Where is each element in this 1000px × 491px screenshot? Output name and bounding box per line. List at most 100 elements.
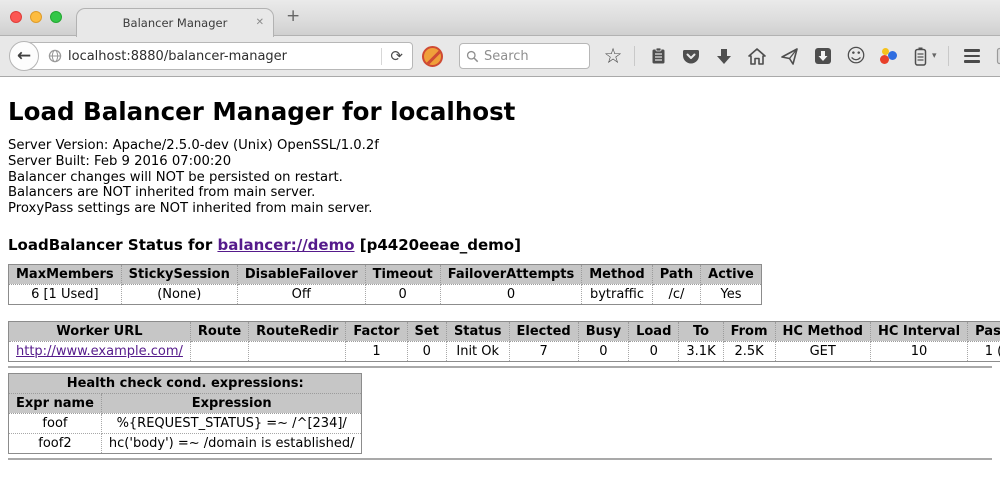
pocket-icon[interactable] (681, 46, 701, 66)
column-header: HC Interval (870, 321, 967, 341)
from-cell: 2.5K (723, 341, 775, 361)
column-header: Path (652, 264, 700, 284)
send-icon[interactable] (780, 46, 800, 66)
passes-cell: 1 (0) (968, 341, 1000, 361)
color-dots-icon[interactable] (879, 47, 897, 65)
disablefailover-cell: Off (237, 284, 365, 304)
column-header: Method (582, 264, 652, 284)
browser-window: Balancer Manager ✕ + ← localhost:8880/ba… (0, 0, 1000, 491)
red-dot (880, 55, 889, 64)
back-arrow-icon: ← (17, 46, 31, 66)
column-header: RouteRedir (249, 321, 346, 341)
worker-url-cell: http://www.example.com/ (9, 341, 191, 361)
page-bottom-divider (8, 458, 992, 460)
tab-balancer-manager[interactable]: Balancer Manager ✕ (76, 8, 274, 37)
persist-note-line: Balancer changes will NOT be persisted o… (8, 170, 992, 186)
column-header: Busy (578, 321, 628, 341)
new-tab-button[interactable]: + (286, 6, 300, 26)
expr-name-cell: foof (9, 413, 102, 433)
chevron-down-icon[interactable]: ▾ (932, 46, 937, 66)
home-icon[interactable] (747, 46, 767, 66)
active-cell: Yes (701, 284, 762, 304)
page-title: Load Balancer Manager for localhost (8, 97, 992, 126)
column-header: FailoverAttempts (440, 264, 582, 284)
smiley-icon[interactable]: ☺ (846, 46, 866, 66)
column-header: Passes (968, 321, 1000, 341)
close-window-button[interactable] (10, 11, 22, 23)
expression-cell: %{REQUEST_STATUS} =~ /^[234]/ (101, 413, 362, 433)
blocker-icon[interactable] (422, 46, 443, 67)
column-header: Timeout (365, 264, 440, 284)
inherit-note-line: Balancers are NOT inherited from main se… (8, 185, 992, 201)
balancer-demo-link[interactable]: balancer://demo (217, 236, 354, 254)
column-header: Set (407, 321, 446, 341)
hc-method-cell: GET (775, 341, 870, 361)
menu-icon[interactable] (962, 46, 982, 66)
timeout-cell: 0 (365, 284, 440, 304)
failoverattempts-cell: 0 (440, 284, 582, 304)
column-header: From (723, 321, 775, 341)
table-row: http://www.example.com/ 1 0 Init Ok 7 0 … (9, 341, 1000, 361)
battery-icon[interactable] (910, 46, 930, 66)
stickysession-cell: (None) (121, 284, 237, 304)
expr-name-cell: foof2 (9, 433, 102, 453)
busy-cell: 0 (578, 341, 628, 361)
column-header: Expression (101, 393, 362, 413)
load-cell: 0 (629, 341, 679, 361)
clipboard-icon[interactable] (648, 46, 668, 66)
reload-icon[interactable]: ⟳ (388, 47, 405, 65)
column-header: Factor (346, 321, 407, 341)
url-text[interactable]: localhost:8880/balancer-manager (68, 49, 287, 64)
balancer-settings-table: MaxMembers StickySession DisableFailover… (8, 264, 762, 305)
table-row: 6 [1 Used] (None) Off 0 0 bytraffic /c/ … (9, 284, 762, 304)
method-cell: bytraffic (582, 284, 652, 304)
routeredir-cell (249, 341, 346, 361)
worker-status-table: Worker URL Route RouteRedir Factor Set S… (8, 321, 1000, 362)
column-header: Elected (509, 321, 578, 341)
health-check-table: Health check cond. expressions: Expr nam… (8, 373, 362, 454)
column-header: To (679, 321, 723, 341)
column-header: Load (629, 321, 679, 341)
url-bar[interactable]: localhost:8880/balancer-manager ⟳ (23, 42, 413, 70)
titlebar: Balancer Manager ✕ + (0, 0, 1000, 36)
table-row: foof %{REQUEST_STATUS} =~ /^[234]/ (9, 413, 362, 433)
column-header: Expr name (9, 393, 102, 413)
toolbar-separator (634, 46, 635, 66)
search-input[interactable] (484, 49, 574, 64)
table-title-row: Health check cond. expressions: (9, 373, 362, 393)
download-arrow-icon[interactable] (714, 46, 734, 66)
server-info: Server Version: Apache/2.5.0-dev (Unix) … (8, 138, 992, 217)
server-built-line: Server Built: Feb 9 2016 07:00:20 (8, 154, 992, 170)
maxmembers-cell: 6 [1 Used] (9, 284, 122, 304)
column-header: Route (190, 321, 248, 341)
path-cell: /c/ (652, 284, 700, 304)
column-header: DisableFailover (237, 264, 365, 284)
worker-url-link[interactable]: http://www.example.com/ (16, 344, 183, 359)
hc-interval-cell: 10 (870, 341, 967, 361)
navigation-toolbar: ← localhost:8880/balancer-manager ⟳ ☆ (0, 36, 1000, 77)
to-cell: 3.1K (679, 341, 723, 361)
pages-icon[interactable] (995, 46, 1000, 66)
bookmark-star-icon[interactable]: ☆ (603, 46, 623, 66)
toolbar-separator (948, 46, 949, 66)
zoom-window-button[interactable] (50, 11, 62, 23)
factor-cell: 1 (346, 341, 407, 361)
search-box[interactable] (459, 43, 590, 69)
elected-cell: 7 (509, 341, 578, 361)
download-box-icon[interactable] (813, 46, 833, 66)
column-header: Active (701, 264, 762, 284)
column-header: HC Method (775, 321, 870, 341)
tab-close-icon[interactable]: ✕ (256, 18, 264, 28)
column-header: StickySession (121, 264, 237, 284)
server-version-line: Server Version: Apache/2.5.0-dev (Unix) … (8, 138, 992, 154)
minimize-window-button[interactable] (30, 11, 42, 23)
back-button[interactable]: ← (9, 41, 39, 71)
page-content: Load Balancer Manager for localhost Serv… (0, 97, 1000, 460)
column-header: MaxMembers (9, 264, 122, 284)
blue-dot (888, 51, 897, 60)
loadbalancer-status-heading: LoadBalancer Status for balancer://demo … (8, 236, 992, 254)
table-header-row: MaxMembers StickySession DisableFailover… (9, 264, 762, 284)
column-header: Worker URL (9, 321, 191, 341)
table-header-row: Expr name Expression (9, 393, 362, 413)
table-header-row: Worker URL Route RouteRedir Factor Set S… (9, 321, 1000, 341)
